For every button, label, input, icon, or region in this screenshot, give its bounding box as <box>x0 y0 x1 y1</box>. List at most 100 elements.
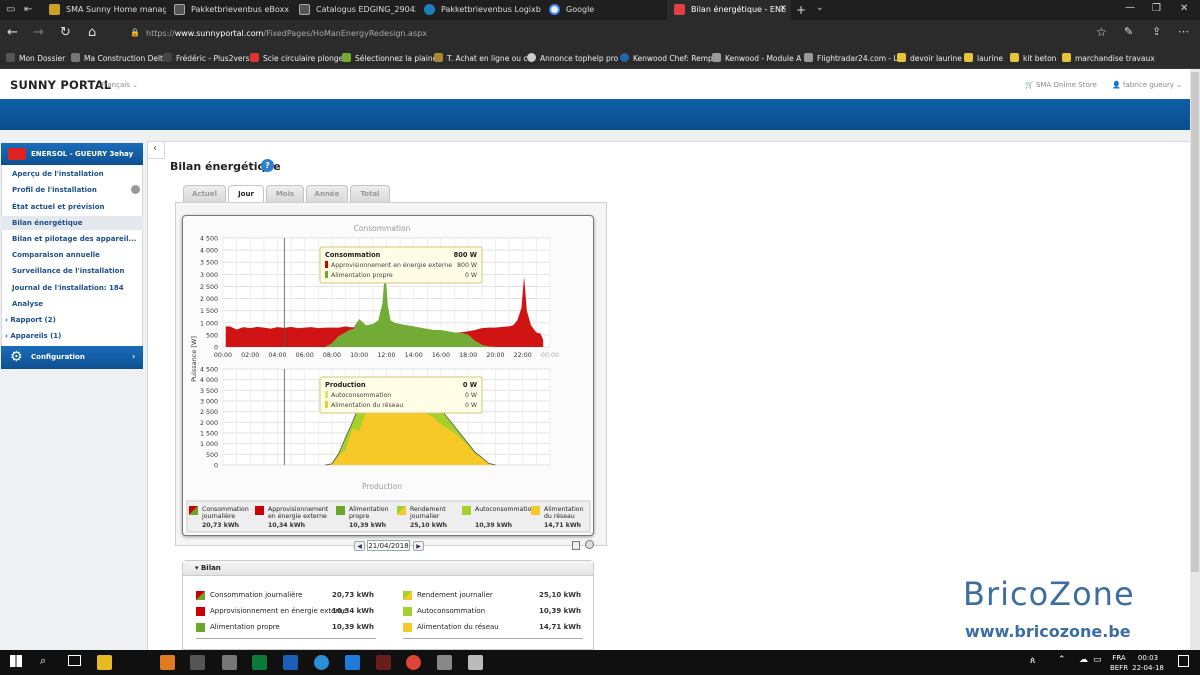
forward-icon[interactable]: → <box>33 25 44 40</box>
sunny-portal-logo[interactable]: SUNNY PORTAL <box>10 78 111 92</box>
previous-day-button[interactable]: ◀ <box>354 541 365 551</box>
sidebar-item-comparaison[interactable]: Comparaison annuelle <box>12 251 100 259</box>
sidebar-item-journal[interactable]: Journal de l'installation: 184 <box>12 284 124 292</box>
app-icon[interactable] <box>222 655 237 670</box>
next-day-button[interactable]: ▶ <box>413 541 424 551</box>
y-tick-label: 1 000 <box>200 441 218 448</box>
tab-sma-home-manager[interactable]: SMA Sunny Home manager <box>42 0 166 20</box>
sidebar-item-appareils[interactable]: › Appareils (1) <box>5 332 61 340</box>
favorite-link[interactable]: Scie circulaire plonge <box>250 53 343 63</box>
home-icon[interactable]: ⌂ <box>88 25 96 40</box>
favorite-link[interactable]: Annonce tophelp pro <box>527 53 618 63</box>
maximize-icon[interactable]: ❐ <box>1152 3 1161 14</box>
favorite-folder[interactable]: devoir laurine <box>897 53 962 63</box>
favorite-link[interactable]: Sélectionnez la plaine <box>342 53 437 63</box>
cloud-icon[interactable]: ☁ <box>1079 655 1088 665</box>
chrome-icon[interactable] <box>406 655 421 670</box>
search-icon[interactable]: ⌕ <box>40 654 46 668</box>
language-select[interactable]: Français ⌄ <box>101 81 138 89</box>
clock[interactable]: 00:03 22-04-18 <box>1128 653 1168 673</box>
tab-catalogus-edging[interactable]: Catalogus EDGING_290420 <box>292 0 416 20</box>
app-icon[interactable] <box>190 655 205 670</box>
task-view-icon[interactable] <box>68 655 81 666</box>
share-icon[interactable]: ⇪ <box>1152 25 1161 38</box>
people-icon[interactable]: ጰ <box>1030 656 1035 666</box>
favorites-hub-icon[interactable]: ☆ <box>1096 25 1107 39</box>
user-menu[interactable]: 👤 fabrice gueury ⌄ <box>1112 81 1182 89</box>
favorite-link[interactable]: Kenwood - Module A <box>712 53 801 63</box>
app-icon[interactable] <box>160 655 175 670</box>
back-icon[interactable]: ← <box>7 25 18 40</box>
favorite-link[interactable]: Mon Dossier <box>6 53 65 63</box>
sidebar-item-apercu[interactable]: Aperçu de l'installation <box>12 170 104 178</box>
favorite-folder[interactable]: laurine <box>964 53 1003 63</box>
notes-pen-icon[interactable]: ✎ <box>1124 25 1133 38</box>
notifications-icon[interactable] <box>1178 655 1189 667</box>
energy-chart[interactable]: 0 500 1 000 1 500 2 000 2 500 3 000 3 500 4 000 4… <box>183 216 595 537</box>
sidebar-item-rapport[interactable]: › Rapport (2) <box>5 316 56 324</box>
favorite-link[interactable]: Kenwood Chef: Remp <box>620 53 713 63</box>
settings-icon[interactable] <box>585 540 594 549</box>
app-icon[interactable] <box>468 655 483 670</box>
sidebar-item-analyse[interactable]: Analyse <box>12 300 43 308</box>
scrollbar-thumb[interactable] <box>1191 72 1199 572</box>
sidebar-item-bilan-energetique[interactable]: Bilan énergétique <box>1 216 143 230</box>
x-tick-label: 18:00 <box>459 352 477 359</box>
language-indicator[interactable]: FRA BEFR <box>1108 653 1130 673</box>
b-icon <box>424 4 435 15</box>
online-store-link[interactable]: 🛒 SMA Online Store <box>1025 81 1097 89</box>
network-icon[interactable]: ▭ <box>1093 655 1102 665</box>
sidebar-item-surveillance[interactable]: Surveillance de l'installation <box>12 267 124 275</box>
tab-jour[interactable]: Jour <box>228 185 264 203</box>
plant-header[interactable]: ENERSOL - GUEURY 3ehay <box>1 143 143 165</box>
settings-icon[interactable] <box>131 185 140 194</box>
minimize-icon[interactable]: — <box>1125 2 1135 13</box>
favorite-folder[interactable]: kit beton <box>1010 53 1056 63</box>
collapse-sidebar-button[interactable]: ‹ <box>147 141 165 159</box>
sidebar-item-profil[interactable]: Profil de l'installation <box>12 186 97 194</box>
bilan-header[interactable]: ▾ Bilan <box>183 561 593 576</box>
help-icon[interactable]: ? <box>261 159 274 172</box>
edge-icon[interactable] <box>345 655 360 670</box>
app-icon[interactable] <box>437 655 452 670</box>
configuration-menu[interactable]: ⚙ Configuration › <box>1 346 143 369</box>
tab-pakketbrievenbus-eboxx[interactable]: Pakketbrievenbus eBoxx EA <box>167 0 291 20</box>
approvisionnement-swatch <box>196 607 205 616</box>
tab-pakketbrievenbus-logixbox[interactable]: Pakketbrievenbus Logixbox <box>417 0 541 20</box>
sidebar-item-bilan-pilotage[interactable]: Bilan et pilotage des appareil... <box>12 235 137 243</box>
sidebar-item-etat[interactable]: État actuel et prévision <box>12 203 104 211</box>
favorite-link[interactable]: Flightradar24.com - L <box>804 53 898 63</box>
favorite-folder[interactable]: marchandise travaux <box>1062 53 1155 63</box>
tab-google[interactable]: Google <box>542 0 666 20</box>
app-icon[interactable] <box>376 655 391 670</box>
close-window-icon[interactable]: ✕ <box>1180 3 1188 14</box>
favorite-link[interactable]: T. Achat en ligne ou c <box>434 53 528 63</box>
favorite-link[interactable]: Frédéric - Plus2vers <box>163 53 250 63</box>
close-tab-icon[interactable]: ✕ <box>779 4 787 14</box>
refresh-icon[interactable]: ↻ <box>60 25 71 40</box>
file-explorer-icon[interactable] <box>97 655 112 670</box>
tooltip-production-value: 0 W <box>465 392 477 399</box>
tab-list-chevron-icon[interactable]: ⌄ <box>816 3 824 13</box>
tooltip-consommation-value: 800 W <box>457 262 477 269</box>
tab-annee[interactable]: Année <box>306 185 348 202</box>
tab-mois[interactable]: Mois <box>266 185 304 202</box>
app-icon[interactable] <box>283 655 298 670</box>
tab-preview-icon[interactable]: ▭ <box>6 4 15 15</box>
y-tick-label: 2 000 <box>200 420 218 427</box>
set-aside-tabs-icon[interactable]: ⇤ <box>24 4 32 15</box>
chevron-up-icon[interactable]: ⌃ <box>1058 655 1066 665</box>
tab-total[interactable]: Total <box>350 185 390 202</box>
export-icon[interactable] <box>572 541 580 550</box>
app-icon[interactable] <box>314 655 329 670</box>
date-field[interactable]: 21/04/2018 <box>367 540 410 551</box>
tab-bilan-energetique[interactable]: Bilan énergétique - ENE ✕ <box>667 0 791 20</box>
windows-start-icon[interactable] <box>10 655 22 667</box>
new-tab-icon[interactable]: + <box>796 3 806 17</box>
tab-actuel[interactable]: Actuel <box>183 185 226 202</box>
favorite-link[interactable]: Ma Construction Delt <box>71 53 163 63</box>
y-tick-label: 4 000 <box>200 377 218 384</box>
url-field[interactable]: 🔒 https://www.sunnyportal.com/FixedPages… <box>120 24 1080 43</box>
excel-icon[interactable] <box>252 655 267 670</box>
more-menu-icon[interactable]: ⋯ <box>1178 25 1189 38</box>
